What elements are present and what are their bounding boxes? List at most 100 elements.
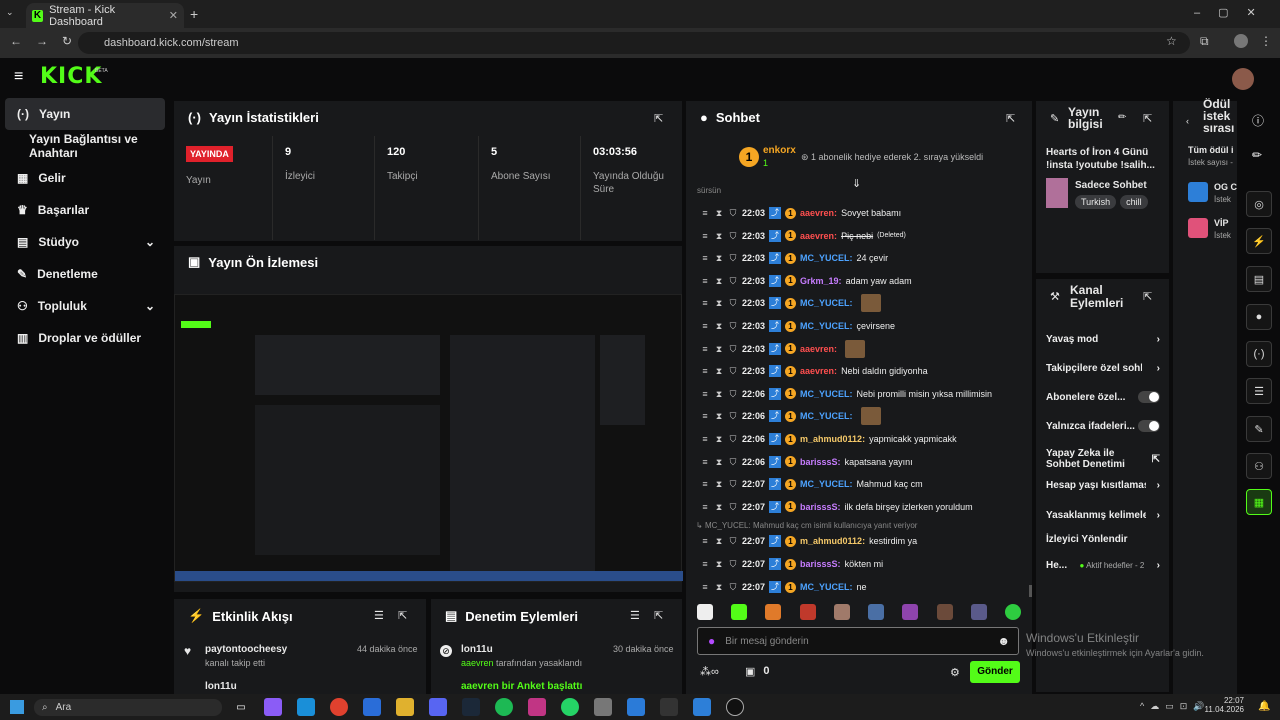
- message-user[interactable]: MC_YUCEL:: [800, 298, 853, 308]
- shield-icon[interactable]: ⛉: [728, 536, 738, 546]
- action-ai-moderation[interactable]: Yapay Zeka ile Sohbet Denetimi ⇱: [1046, 444, 1160, 474]
- stream-preview-video[interactable]: [174, 294, 683, 582]
- action-account-age[interactable]: Hesap yaşı kısıtlaması ›: [1046, 472, 1160, 498]
- hamburger-menu-icon[interactable]: ≡: [14, 68, 23, 86]
- timeout-icon[interactable]: ⧗: [714, 559, 724, 569]
- chat-message[interactable]: ≡ ⧗ ⛉ 22:06 ⤴ 1 barisssS: kapatsana yayını: [700, 451, 913, 473]
- rail-button-wrench[interactable]: ✎: [1246, 416, 1272, 442]
- emoji-icon[interactable]: ☻: [997, 634, 1010, 648]
- rail-button-bolt[interactable]: ⚡: [1246, 228, 1272, 254]
- sidebar-item-yayin[interactable]: (·) Yayın: [5, 98, 165, 130]
- instagram-icon[interactable]: [528, 698, 546, 716]
- timeout-icon[interactable]: ⧗: [714, 502, 724, 512]
- chat-message[interactable]: ≡ ⧗ ⛉ 22:03 ⤴ 1 MC_YUCEL: çevirsene: [700, 315, 895, 337]
- chat-message[interactable]: ≡ ⧗ ⛉ 22:06 ⤴ 1 MC_YUCEL: Nebi promilli misin y…: [700, 383, 992, 405]
- sidebar-item-topluluk[interactable]: ⚇ Topluluk ⌄: [5, 290, 165, 322]
- message-user[interactable]: MC_YUCEL:: [800, 321, 853, 331]
- browser-tab[interactable]: K Stream - Kick Dashboard ✕: [26, 3, 184, 28]
- discord-icon[interactable]: [429, 698, 447, 716]
- tab-list-chevron-icon[interactable]: ⌄: [6, 7, 14, 18]
- sidebar-item-studyo[interactable]: ▤ Stüdyo ⌄: [5, 226, 165, 258]
- chat-message[interactable]: ≡ ⧗ ⛉ 22:03 ⤴ 1 aaevren:: [700, 338, 866, 360]
- reward-item-icon[interactable]: [1188, 182, 1208, 202]
- app-icon[interactable]: [594, 698, 612, 716]
- message-user[interactable]: barisssS:: [800, 559, 841, 569]
- chat-message[interactable]: ≡ ⧗ ⛉ 22:07 ⤴ 1 m_ahmud0112: kestirdim ya: [700, 530, 917, 552]
- edge-icon[interactable]: [297, 698, 315, 716]
- pin-icon[interactable]: ≡: [700, 298, 710, 308]
- timeout-icon[interactable]: ⧗: [714, 389, 724, 399]
- message-user[interactable]: MC_YUCEL:: [800, 411, 853, 421]
- browser-menu-icon[interactable]: ⋮: [1260, 34, 1272, 48]
- message-user[interactable]: barisssS:: [800, 457, 841, 467]
- chat-input[interactable]: ● Bir mesaj gönderin ☻: [697, 627, 1019, 655]
- emote-bar[interactable]: [697, 604, 1021, 624]
- outlook-icon[interactable]: [363, 698, 381, 716]
- subs-only-toggle[interactable]: [1138, 391, 1160, 403]
- chat-message[interactable]: ≡ ⧗ ⛉ 22:03 ⤴ 1 Grkm_19: adam yaw adam: [700, 270, 912, 292]
- app-icon[interactable]: [693, 698, 711, 716]
- shield-icon[interactable]: ⛉: [728, 366, 738, 376]
- sidebar-item-basarilar[interactable]: ♛ Başarılar: [5, 194, 165, 226]
- extensions-icon[interactable]: ⧉: [1200, 34, 1209, 49]
- shield-icon[interactable]: ⛉: [728, 434, 738, 444]
- chat-message[interactable]: ≡ ⧗ ⛉ 22:07 ⤴ 1 MC_YUCEL: Mahmud kaç cm: [700, 473, 923, 495]
- rail-button-clips[interactable]: ▦: [1246, 489, 1272, 515]
- rail-button-1[interactable]: ◎: [1246, 191, 1272, 217]
- timeout-icon[interactable]: ⧗: [714, 411, 724, 421]
- message-user[interactable]: aaevren:: [800, 208, 837, 218]
- pin-icon[interactable]: ≡: [700, 457, 710, 467]
- shield-icon[interactable]: ⛉: [728, 479, 738, 489]
- timeout-icon[interactable]: ⧗: [714, 321, 724, 331]
- message-user[interactable]: m_ahmud0112:: [800, 536, 865, 546]
- pin-icon[interactable]: ≡: [700, 559, 710, 569]
- rail-button-chat[interactable]: ●: [1246, 304, 1272, 330]
- chat-message[interactable]: ≡ ⧗ ⛉ 22:03 ⤴ 1 MC_YUCEL:: [700, 292, 881, 314]
- shield-icon[interactable]: ⛉: [728, 298, 738, 308]
- chat-message[interactable]: ≡ ⧗ ⛉ 22:03 ⤴ 1 aaevren: Sovyet babamı: [700, 202, 901, 224]
- window-controls[interactable]: –▢✕: [1194, 6, 1274, 19]
- points-icon[interactable]: ⁂∞: [700, 665, 719, 678]
- message-user[interactable]: m_ahmud0112:: [800, 434, 865, 444]
- whatsapp-icon[interactable]: [561, 698, 579, 716]
- kick-logo[interactable]: KICK: [40, 64, 102, 89]
- chrome-icon[interactable]: [330, 698, 348, 716]
- sidebar-item-droplar[interactable]: ▥ Droplar ve ödüller: [5, 322, 165, 354]
- pin-icon[interactable]: ≡: [700, 536, 710, 546]
- action-emote-only[interactable]: Yalnızca ifadeleri...: [1046, 413, 1160, 439]
- shield-icon[interactable]: ⛉: [728, 276, 738, 286]
- obs-icon[interactable]: [726, 698, 744, 716]
- rail-button-broadcast[interactable]: (·): [1246, 341, 1272, 367]
- chat-message[interactable]: ≡ ⧗ ⛉ 22:06 ⤴ 1 MC_YUCEL:: [700, 405, 881, 427]
- message-user[interactable]: aaevren:: [800, 366, 837, 376]
- filter-icon[interactable]: ☰: [630, 609, 640, 622]
- settings-gear-icon[interactable]: ⚙: [950, 666, 960, 679]
- timeout-icon[interactable]: ⧗: [714, 298, 724, 308]
- vscode-icon[interactable]: [627, 698, 645, 716]
- message-user[interactable]: MC_YUCEL:: [800, 389, 853, 399]
- popout-icon[interactable]: ⇱: [1143, 290, 1152, 303]
- clock[interactable]: 22:07 11.04.2026: [1204, 696, 1244, 714]
- sidebar-item-gelir[interactable]: ▦ Gelir: [5, 162, 165, 194]
- user-avatar[interactable]: [1232, 68, 1254, 90]
- spotify-icon[interactable]: [495, 698, 513, 716]
- chat-message[interactable]: ≡ ⧗ ⛉ 22:03 ⤴ 1 MC_YUCEL: 24 çevir: [700, 247, 888, 269]
- shield-icon[interactable]: ⛉: [728, 502, 738, 512]
- message-user[interactable]: MC_YUCEL:: [800, 479, 853, 489]
- pin-icon[interactable]: ≡: [700, 344, 710, 354]
- info-icon[interactable]: ⓘ: [1252, 112, 1264, 129]
- message-user[interactable]: aaevren:: [800, 344, 837, 354]
- timeout-icon[interactable]: ⧗: [714, 536, 724, 546]
- taskbar-search[interactable]: ⌕ Ara: [34, 699, 222, 716]
- action-banned-words[interactable]: Yasaklanmış kelimeler ›: [1046, 502, 1160, 528]
- timeout-icon[interactable]: ⧗: [714, 276, 724, 286]
- sidebar-item-stream-key[interactable]: Yayın Bağlantısı ve Anahtarı: [5, 130, 175, 162]
- edit-pencil-icon[interactable]: ✏: [1252, 148, 1262, 162]
- popout-icon[interactable]: ⇱: [654, 112, 663, 125]
- pin-icon[interactable]: ≡: [700, 479, 710, 489]
- windows-start-icon[interactable]: [10, 700, 24, 714]
- shield-icon[interactable]: ⛉: [728, 411, 738, 421]
- chat-message[interactable]: ≡ ⧗ ⛉ 22:07 ⤴ 1 MC_YUCEL: ne: [700, 576, 867, 598]
- reward-item-icon[interactable]: [1188, 218, 1208, 238]
- message-user[interactable]: MC_YUCEL:: [800, 253, 853, 263]
